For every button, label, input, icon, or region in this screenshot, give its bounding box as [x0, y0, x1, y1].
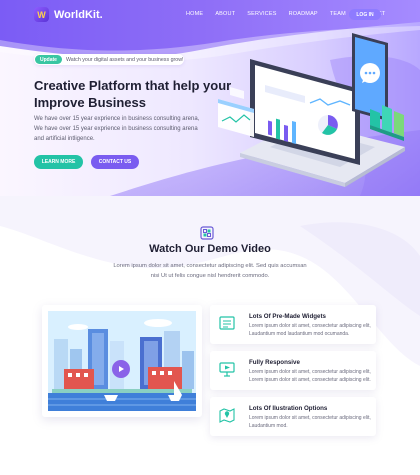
feature-title: Lots Of Ilustration Options	[249, 405, 328, 412]
hero-title: Creative Platform that help your Improve…	[34, 78, 232, 110]
demo-title: Watch Our Demo Video	[149, 243, 271, 255]
hero-illustration	[218, 33, 405, 187]
hero-section: W WorldKit. HOME ABOUT SERVICES ROADMAP …	[0, 0, 420, 196]
play-icon	[119, 366, 124, 372]
nav-about[interactable]: ABOUT	[215, 11, 235, 17]
logo-icon: W	[34, 7, 49, 22]
brand-name: WorldKit.	[54, 8, 103, 21]
feature-card-responsive[interactable]: Fully Responsive Lorem ipsum dolor sit a…	[210, 351, 376, 390]
feature-description: Lorem ipsum dolor sit amet, consectetur …	[249, 323, 371, 337]
widgets-icon	[219, 316, 235, 330]
map-pin-icon	[219, 408, 235, 423]
presentation-icon	[219, 362, 235, 377]
feature-title: Lots Of Pre-Made Widgets	[249, 313, 326, 320]
nav-services[interactable]: SERVICES	[247, 11, 276, 17]
update-tag: Update	[35, 55, 62, 64]
nav-roadmap[interactable]: ROADMAP	[289, 11, 318, 17]
contact-us-button[interactable]: CONTACT US	[91, 155, 139, 169]
play-button[interactable]	[112, 360, 130, 378]
demo-description: Lorem ipsum dolor sit amet, consectetur …	[113, 263, 307, 279]
feature-description: Lorem ipsum dolor sit amet, consectetur …	[249, 369, 371, 383]
feature-description: Lorem ipsum dolor sit amet, consectetur …	[249, 415, 371, 429]
learn-more-button[interactable]: LEARN MORE	[34, 155, 83, 169]
nav-team[interactable]: TEAM	[330, 11, 346, 17]
hero-description: We have over 15 year exprience in busine…	[34, 116, 200, 142]
nav-home[interactable]: HOME	[186, 11, 203, 17]
login-button[interactable]: LOG IN	[349, 9, 381, 20]
brand-logo[interactable]: W WorldKit.	[34, 7, 103, 22]
update-pill[interactable]: Update Watch your digital assets and you…	[34, 54, 184, 65]
video-library-icon	[200, 226, 214, 240]
update-text: Watch your digital assets and your busin…	[65, 56, 184, 63]
feature-title: Fully Responsive	[249, 359, 300, 366]
feature-card-illustration[interactable]: Lots Of Ilustration Options Lorem ipsum …	[210, 397, 376, 436]
feature-card-widgets[interactable]: Lots Of Pre-Made Widgets Lorem ipsum dol…	[210, 305, 376, 344]
